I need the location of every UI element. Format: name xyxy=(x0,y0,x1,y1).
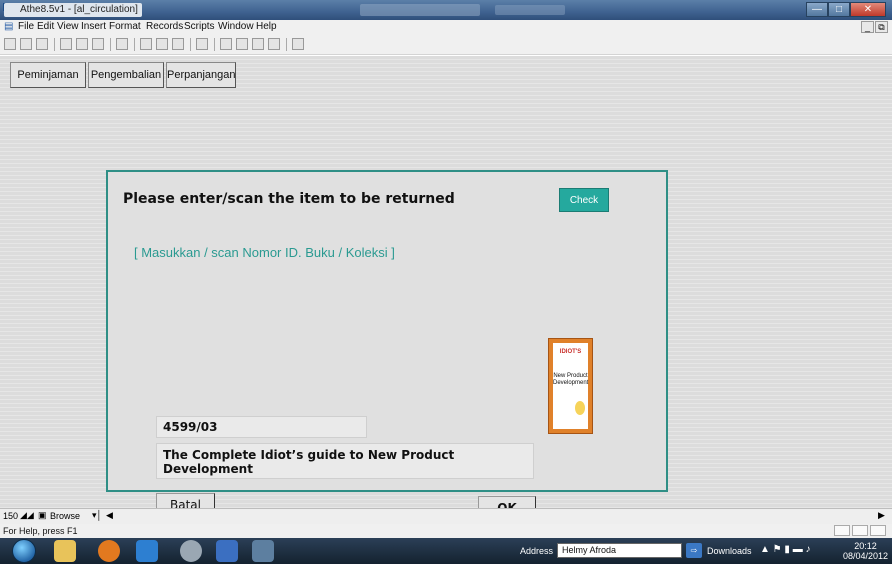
menu-records[interactable]: Records xyxy=(146,21,183,32)
toolbar-separator xyxy=(134,38,135,51)
toolbar xyxy=(0,35,892,55)
duplicate-record-icon[interactable] xyxy=(156,38,168,50)
menu-edit[interactable]: Edit xyxy=(37,21,54,32)
menu-file[interactable]: File xyxy=(18,21,34,32)
delete-record-icon[interactable] xyxy=(172,38,184,50)
menu-insert[interactable]: Insert xyxy=(81,21,106,32)
help-hint: For Help, press F1 xyxy=(3,526,78,536)
return-prompt: Please enter/scan the item to be returne… xyxy=(123,191,455,207)
app-icon-window[interactable] xyxy=(252,540,274,562)
toolbar-separator xyxy=(214,38,215,51)
menu-help[interactable]: Help xyxy=(256,21,277,32)
zoom-icon[interactable]: ◢◢ xyxy=(20,510,34,521)
check-button[interactable]: Check xyxy=(559,188,609,212)
downloads-label[interactable]: Downloads xyxy=(707,546,752,556)
toolbar-separator xyxy=(110,38,111,51)
minimize-icon[interactable]: — xyxy=(806,2,828,17)
word-icon[interactable] xyxy=(216,540,238,562)
print-icon[interactable] xyxy=(20,38,32,50)
status-indicator xyxy=(870,525,886,536)
new-record-icon[interactable] xyxy=(4,38,16,50)
status-bar: For Help, press F1 xyxy=(0,524,892,538)
window-controls: — □ ✕ xyxy=(806,2,886,17)
app-icon-generic[interactable] xyxy=(180,540,202,562)
find-icon[interactable] xyxy=(196,38,208,50)
status-indicator xyxy=(834,525,850,536)
menu-format[interactable]: Format xyxy=(109,21,141,32)
status-indicator xyxy=(852,525,868,536)
address-input[interactable]: Helmy Afroda xyxy=(557,543,682,558)
doc-icon[interactable]: ▤ xyxy=(4,21,13,32)
menu-window[interactable]: Window xyxy=(218,21,254,32)
title-bar: Athe8.5v1 - [al_circulation] — □ ✕ xyxy=(0,0,892,20)
start-button-icon[interactable] xyxy=(12,539,36,563)
status-area-icon[interactable]: ▣ xyxy=(38,510,47,521)
mdi-minimize-icon[interactable]: _ xyxy=(861,21,874,33)
record-count: 150 xyxy=(3,511,19,521)
go-icon[interactable]: ⇨ xyxy=(686,543,702,558)
lightbulb-icon xyxy=(575,401,585,415)
status-indicators xyxy=(834,525,886,536)
book-cover-inner: IDIOT'S New Product Development xyxy=(553,343,588,429)
address-label: Address xyxy=(520,546,554,556)
toolbar-separator xyxy=(54,38,55,51)
book-cover-image: IDIOT'S New Product Development xyxy=(548,338,593,434)
blurred-title-region xyxy=(360,4,480,16)
clock[interactable]: 20:12 08/04/2012 xyxy=(843,541,888,561)
toolbar-separator xyxy=(190,38,191,51)
mdi-controls: _ ⧉ xyxy=(861,21,888,33)
filemaker-icon[interactable] xyxy=(136,540,158,562)
return-panel: Please enter/scan the item to be returne… xyxy=(106,170,668,521)
toolbar-separator xyxy=(286,38,287,51)
spelling-icon[interactable] xyxy=(36,38,48,50)
mode-dropdown-icon[interactable]: ▾│ xyxy=(92,510,102,521)
paste-icon[interactable] xyxy=(92,38,104,50)
maximize-icon[interactable]: □ xyxy=(828,2,850,17)
tab-pengembalian[interactable]: Pengembalian xyxy=(88,62,164,88)
undo-icon[interactable] xyxy=(116,38,128,50)
scroll-right-icon[interactable]: ▶ xyxy=(878,510,885,521)
sort-icon[interactable] xyxy=(220,38,232,50)
scripts-icon[interactable] xyxy=(292,38,304,50)
item-id-field[interactable]: 4599/03 xyxy=(156,416,367,438)
tab-peminjaman[interactable]: Peminjaman xyxy=(10,62,86,88)
clock-time: 20:12 xyxy=(854,541,877,551)
layout-area: Peminjaman Pengembalian Perpanjangan Ple… xyxy=(0,56,892,521)
cover-brand: IDIOT'S xyxy=(559,349,582,355)
menu-scripts[interactable]: Scripts xyxy=(184,21,215,32)
cover-title: New Product Development xyxy=(553,373,589,386)
scroll-left-icon[interactable]: ◀ xyxy=(106,510,113,521)
blurred-title-region-2 xyxy=(495,5,565,15)
menu-view[interactable]: View xyxy=(57,21,79,32)
mode-label: Browse xyxy=(50,511,81,521)
firefox-icon[interactable] xyxy=(98,540,120,562)
scan-hint: [ Masukkan / scan Nomor ID. Buku / Kolek… xyxy=(134,245,395,260)
omit-icon[interactable] xyxy=(236,38,248,50)
menu-bar: ▤ File Edit View Insert Format Records S… xyxy=(0,20,892,35)
taskbar: Address Helmy Afroda ⇨ Downloads ▲ ⚑ ▮ ▬… xyxy=(0,538,892,564)
tray-icons[interactable]: ▲ ⚑ ▮ ▬ ♪ xyxy=(760,544,810,555)
mdi-restore-icon[interactable]: ⧉ xyxy=(875,21,888,33)
replace-icon[interactable] xyxy=(268,38,280,50)
new-record-tool-icon[interactable] xyxy=(140,38,152,50)
show-all-icon[interactable] xyxy=(252,38,264,50)
cut-icon[interactable] xyxy=(60,38,72,50)
record-nav-bar: 150 ◢◢ ▣ Browse ▾│ ◀ ▶ xyxy=(0,508,892,524)
window-title: Athe8.5v1 - [al_circulation] xyxy=(4,3,142,17)
explorer-icon[interactable] xyxy=(54,540,76,562)
close-icon[interactable]: ✕ xyxy=(850,2,886,17)
clock-date: 08/04/2012 xyxy=(843,551,889,561)
copy-icon[interactable] xyxy=(76,38,88,50)
item-title-field[interactable]: The Complete Idiot’s guide to New Produc… xyxy=(156,443,534,479)
tab-perpanjangan[interactable]: Perpanjangan xyxy=(166,62,236,88)
